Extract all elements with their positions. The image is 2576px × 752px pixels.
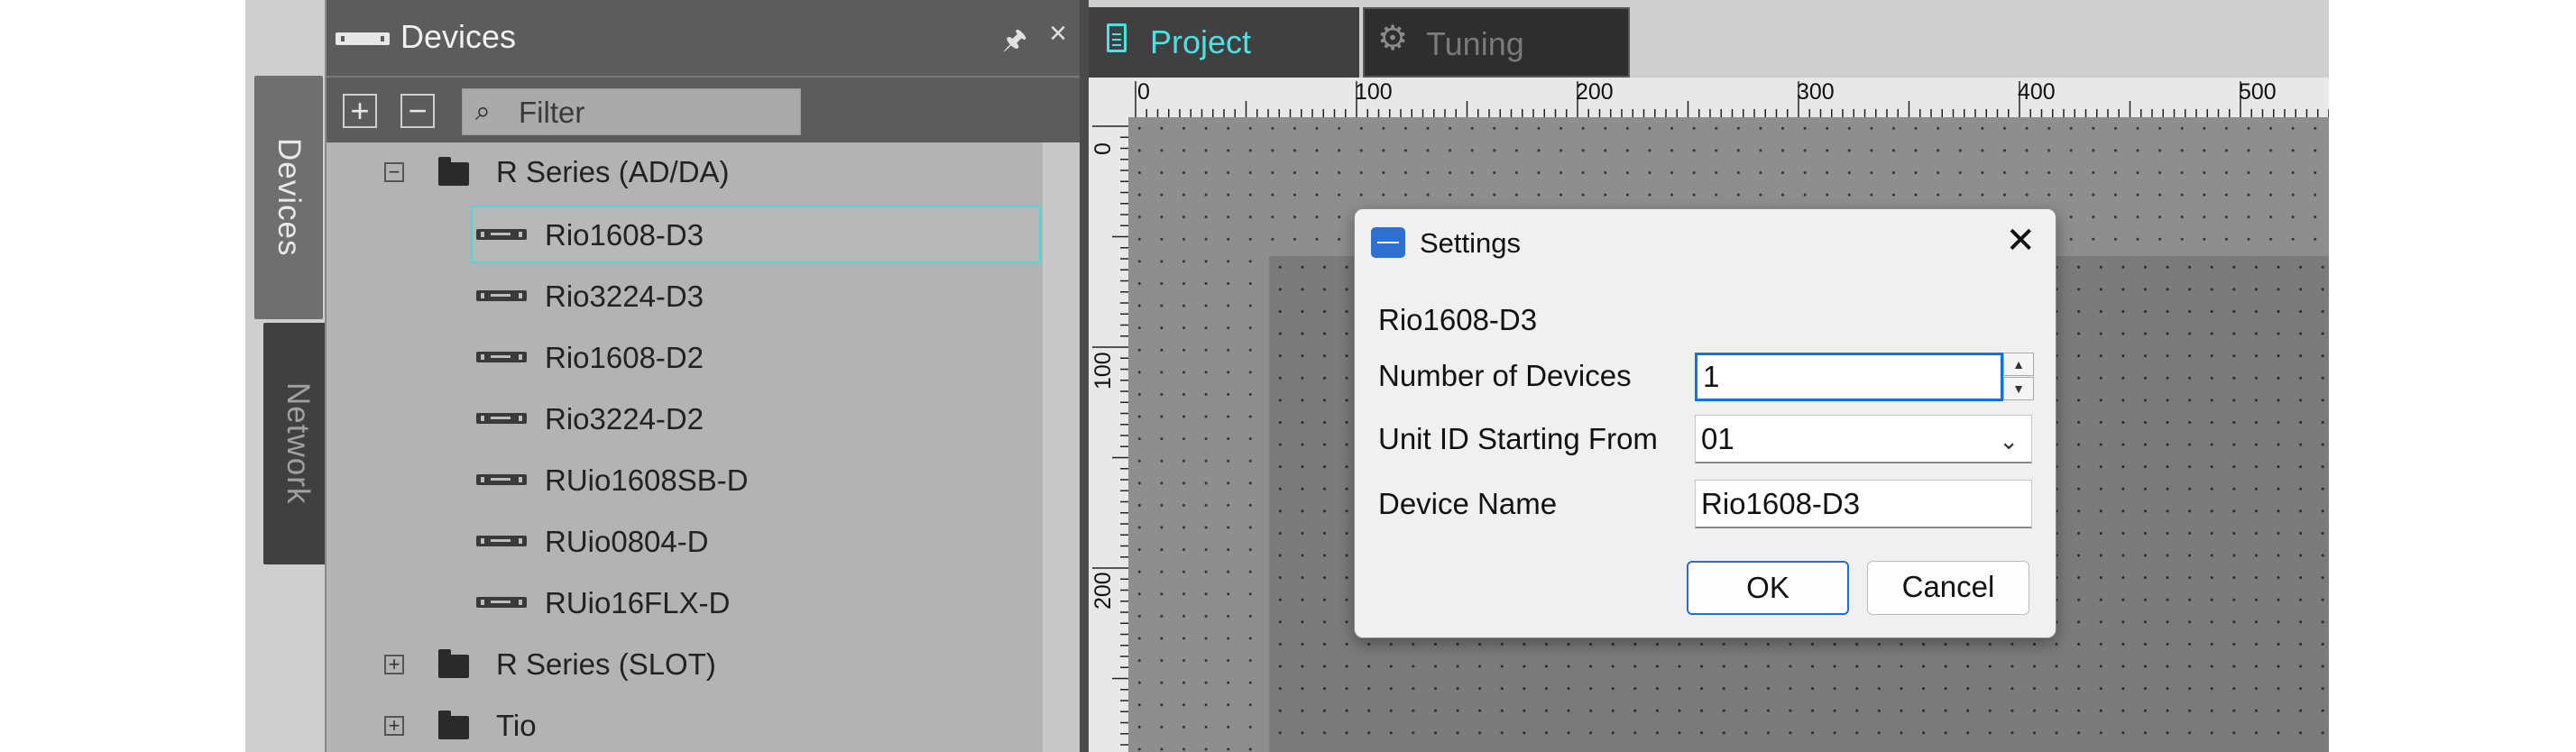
- editor-tab-bar: Project ⚙ Tuning: [1089, 0, 2329, 78]
- devices-toolbar: + − ⌕: [327, 76, 1080, 142]
- devices-panel-title: Devices: [400, 18, 517, 55]
- expand-all-button[interactable]: +: [343, 94, 377, 128]
- close-icon[interactable]: ×: [1049, 16, 1067, 51]
- folder-icon: [438, 157, 469, 186]
- ruler-horizontal: 0 100 200 300 400 500: [1089, 78, 2329, 118]
- expand-toggle-icon[interactable]: +: [384, 655, 404, 674]
- ruler-mark-100: 100: [1355, 79, 1393, 105]
- ruler-mark-400: 400: [2018, 79, 2056, 105]
- ruler-mark-500: 500: [2239, 79, 2277, 105]
- tab-project-label: Project: [1150, 23, 1252, 60]
- collapse-toggle-icon[interactable]: −: [384, 162, 404, 182]
- tree-item-ruio16flx-d[interactable]: RUio16FLX-D: [471, 573, 1041, 633]
- tree-folder-label: R Series (SLOT): [496, 647, 716, 681]
- device-model-label: Rio1608-D3: [1378, 303, 1538, 336]
- tree-item-label: Rio1608-D3: [545, 218, 704, 252]
- project-document-icon: [1107, 23, 1127, 52]
- ruler-vertical-ticks: [1092, 125, 1128, 746]
- tree-folder-label: R Series (AD/DA): [496, 155, 730, 188]
- tree-scrollbar[interactable]: [1043, 142, 1080, 752]
- unit-id-label: Unit ID Starting From: [1378, 422, 1658, 455]
- tree-item-rio3224-d2[interactable]: Rio3224-D2: [471, 390, 1041, 449]
- device-icon: [476, 352, 527, 362]
- device-name-label: Device Name: [1378, 487, 1558, 520]
- device-icon: [476, 290, 527, 301]
- device-name-input[interactable]: Rio1608-D3: [1695, 480, 2032, 528]
- tree-item-label: RUio0804-D: [545, 525, 709, 558]
- ruler-mark-left-200: 200: [1090, 572, 1116, 610]
- side-tab-devices-label: Devices: [271, 138, 307, 257]
- settings-dialog: Settings ✕ Rio1608-D3 Number of Devices …: [1354, 208, 2056, 638]
- app-icon: [1371, 227, 1405, 258]
- device-icon: [476, 536, 527, 546]
- pin-icon[interactable]: 🖈: [1002, 20, 1027, 66]
- ruler-mark-0: 0: [1137, 79, 1150, 105]
- tab-tuning[interactable]: ⚙ Tuning: [1363, 7, 1630, 78]
- num-devices-label: Number of Devices: [1378, 359, 1632, 392]
- tree-folder-tio[interactable]: + Tio: [327, 696, 1041, 752]
- device-tree: − R Series (AD/DA) Rio1608-D3 Rio3224-D3…: [327, 142, 1041, 752]
- tree-item-rio3224-d3[interactable]: Rio3224-D3: [471, 267, 1041, 326]
- ruler-mark-left-0: 0: [1090, 142, 1116, 155]
- folder-icon: [438, 711, 469, 739]
- tab-project[interactable]: Project: [1089, 7, 1359, 78]
- panel-splitter[interactable]: [1080, 0, 1089, 752]
- tree-item-ruio1608sb-d[interactable]: RUio1608SB-D: [471, 451, 1041, 510]
- device-icon: [476, 229, 527, 240]
- spinner-down-button[interactable]: ▼: [2003, 377, 2034, 400]
- ruler-horizontal-ticks: [1135, 81, 2329, 117]
- device-icon: [476, 413, 527, 424]
- ruler-vertical: 0 100 200: [1089, 117, 1129, 752]
- tree-item-rio1608-d2[interactable]: Rio1608-D2: [471, 328, 1041, 388]
- ruler-mark-300: 300: [1797, 79, 1835, 105]
- tree-item-ruio0804-d[interactable]: RUio0804-D: [471, 512, 1041, 572]
- chevron-down-icon: ⌄: [1999, 427, 2019, 454]
- tree-item-label: Rio3224-D2: [545, 402, 704, 436]
- collapse-all-button[interactable]: −: [400, 94, 435, 128]
- filter-box: ⌕: [462, 88, 801, 135]
- devices-panel-header: Devices 🖈 ×: [327, 0, 1080, 76]
- tree-item-rio1608-d3[interactable]: Rio1608-D3: [471, 206, 1041, 265]
- num-devices-input[interactable]: 1: [1695, 353, 2003, 401]
- tree-folder-r-series-ad-da[interactable]: − R Series (AD/DA): [327, 142, 1041, 202]
- device-icon: [476, 474, 527, 485]
- tree-item-label: RUio1608SB-D: [545, 463, 749, 497]
- side-tab-devices[interactable]: Devices: [254, 76, 323, 319]
- side-tab-network[interactable]: Network: [263, 323, 332, 564]
- tree-folder-r-series-slot[interactable]: + R Series (SLOT): [327, 635, 1041, 694]
- devices-panel: Devices 🖈 × + − ⌕ − R Series (AD/DA) Rio…: [325, 0, 1080, 752]
- ok-button[interactable]: OK: [1687, 561, 1849, 615]
- tree-item-label: Rio3224-D3: [545, 280, 704, 313]
- cancel-button[interactable]: Cancel: [1867, 561, 2029, 615]
- device-icon: [336, 32, 390, 45]
- ruler-mark-200: 200: [1576, 79, 1614, 105]
- unit-id-select[interactable]: 01 ⌄: [1695, 415, 2032, 463]
- search-icon: ⌕: [475, 96, 491, 126]
- spinner-up-button[interactable]: ▲: [2003, 353, 2034, 376]
- tree-item-label: Rio1608-D2: [545, 341, 704, 374]
- dialog-close-icon[interactable]: ✕: [2005, 220, 2036, 261]
- expand-toggle-icon[interactable]: +: [384, 716, 404, 736]
- dialog-title: Settings: [1420, 227, 1522, 259]
- dialog-titlebar: Settings ✕: [1355, 209, 2056, 272]
- tab-tuning-label: Tuning: [1426, 25, 1524, 62]
- folder-icon: [438, 649, 469, 678]
- tree-item-label: RUio16FLX-D: [545, 586, 731, 619]
- ruler-mark-left-100: 100: [1090, 352, 1116, 390]
- tuning-gear-icon: ⚙: [1377, 20, 1409, 58]
- device-icon: [476, 597, 527, 608]
- tree-folder-label: Tio: [496, 709, 537, 742]
- side-tab-network-label: Network: [281, 382, 316, 505]
- filter-input[interactable]: [517, 95, 791, 131]
- outer-background: [2329, 0, 2576, 752]
- unit-id-value: 01: [1701, 422, 1734, 455]
